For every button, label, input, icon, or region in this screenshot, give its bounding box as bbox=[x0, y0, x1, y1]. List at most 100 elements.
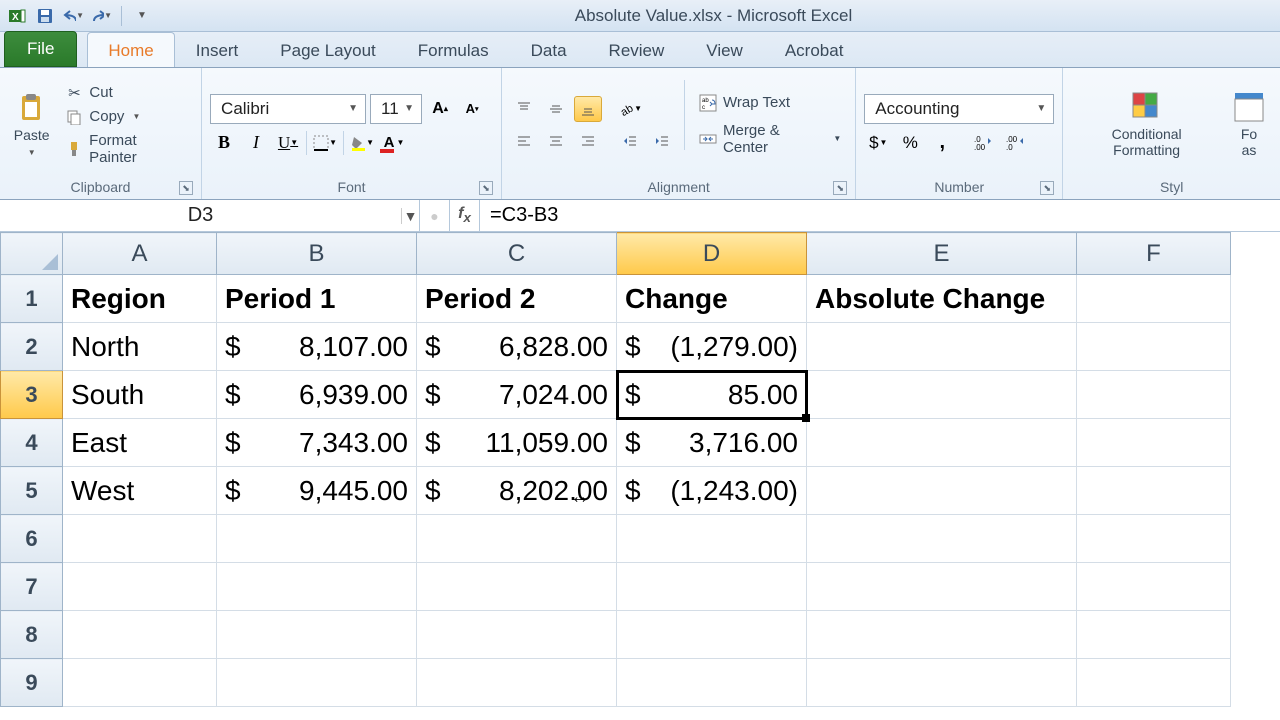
align-center-button[interactable] bbox=[542, 128, 570, 154]
cell-A8[interactable] bbox=[63, 611, 217, 659]
cell-E2[interactable] bbox=[807, 323, 1077, 371]
tab-data[interactable]: Data bbox=[510, 32, 588, 67]
qat-customize-icon[interactable]: ▼ bbox=[131, 5, 153, 27]
cell-E1[interactable]: Absolute Change bbox=[807, 275, 1077, 323]
format-as-table-button[interactable]: Fo as bbox=[1226, 72, 1272, 177]
cell-D5[interactable]: $(1,243.00) bbox=[617, 467, 807, 515]
cell-A3[interactable]: South bbox=[63, 371, 217, 419]
row-header-2[interactable]: 2 bbox=[1, 323, 63, 371]
name-box-dropdown-icon[interactable]: ▼ bbox=[401, 208, 419, 224]
align-top-button[interactable] bbox=[510, 96, 538, 122]
format-painter-button[interactable]: Format Painter bbox=[59, 130, 193, 168]
cell-D8[interactable] bbox=[617, 611, 807, 659]
cell-C5[interactable]: $8,202.00 bbox=[417, 467, 617, 515]
cell-C7[interactable] bbox=[417, 563, 617, 611]
name-box-input[interactable] bbox=[0, 202, 401, 229]
tab-view[interactable]: View bbox=[685, 32, 764, 67]
cell-F7[interactable] bbox=[1077, 563, 1231, 611]
cell-E4[interactable] bbox=[807, 419, 1077, 467]
cell-B5[interactable]: $9,445.00 bbox=[217, 467, 417, 515]
row-header-4[interactable]: 4 bbox=[1, 419, 63, 467]
row-header-3[interactable]: 3 bbox=[1, 371, 63, 419]
cell-A5[interactable]: West bbox=[63, 467, 217, 515]
align-bottom-button[interactable] bbox=[574, 96, 602, 122]
tab-review[interactable]: Review bbox=[588, 32, 686, 67]
fx-icon[interactable]: fx bbox=[450, 200, 480, 231]
undo-icon[interactable]: ▼ bbox=[62, 5, 84, 27]
font-color-button[interactable]: A▼ bbox=[380, 130, 408, 156]
cell-D7[interactable] bbox=[617, 563, 807, 611]
cell-D6[interactable] bbox=[617, 515, 807, 563]
cell-C1[interactable]: Period 2 bbox=[417, 275, 617, 323]
select-all-corner[interactable] bbox=[1, 233, 63, 275]
cell-D1[interactable]: Change bbox=[617, 275, 807, 323]
decrease-decimal-button[interactable]: .00.0 bbox=[1002, 130, 1030, 156]
alignment-launcher-icon[interactable]: ⬊ bbox=[833, 181, 847, 195]
tab-acrobat[interactable]: Acrobat bbox=[764, 32, 865, 67]
cell-B4[interactable]: $7,343.00 bbox=[217, 419, 417, 467]
orientation-button[interactable]: ab▼ bbox=[616, 96, 644, 122]
column-header-F[interactable]: F bbox=[1077, 233, 1231, 275]
cell-F5[interactable] bbox=[1077, 467, 1231, 515]
tab-formulas[interactable]: Formulas bbox=[397, 32, 510, 67]
cell-D9[interactable] bbox=[617, 659, 807, 707]
cell-F1[interactable] bbox=[1077, 275, 1231, 323]
number-format-dropdown[interactable]: Accounting▼ bbox=[864, 94, 1054, 124]
save-icon[interactable] bbox=[34, 5, 56, 27]
merge-center-button[interactable]: Merge & Center▼ bbox=[693, 120, 847, 158]
cell-D3[interactable]: $85.00 bbox=[617, 371, 807, 419]
cell-F4[interactable] bbox=[1077, 419, 1231, 467]
increase-decimal-button[interactable]: .0.00 bbox=[970, 130, 998, 156]
underline-button[interactable]: U▼ bbox=[274, 130, 302, 156]
cell-E9[interactable] bbox=[807, 659, 1077, 707]
cell-A4[interactable]: East bbox=[63, 419, 217, 467]
column-header-A[interactable]: A bbox=[63, 233, 217, 275]
cell-C8[interactable] bbox=[417, 611, 617, 659]
align-right-button[interactable] bbox=[574, 128, 602, 154]
cell-B6[interactable] bbox=[217, 515, 417, 563]
cell-B2[interactable]: $8,107.00 bbox=[217, 323, 417, 371]
redo-icon[interactable]: ▼ bbox=[90, 5, 112, 27]
cell-A7[interactable] bbox=[63, 563, 217, 611]
cell-C4[interactable]: $11,059.00 bbox=[417, 419, 617, 467]
comma-button[interactable]: , bbox=[928, 130, 956, 156]
column-header-D[interactable]: D bbox=[617, 233, 807, 275]
copy-button[interactable]: Copy▼ bbox=[59, 106, 193, 128]
cell-B7[interactable] bbox=[217, 563, 417, 611]
cut-button[interactable]: ✂Cut bbox=[59, 82, 193, 104]
cell-B9[interactable] bbox=[217, 659, 417, 707]
italic-button[interactable]: I bbox=[242, 130, 270, 156]
accounting-format-button[interactable]: $▼ bbox=[864, 130, 892, 156]
cell-A1[interactable]: Region bbox=[63, 275, 217, 323]
cell-F9[interactable] bbox=[1077, 659, 1231, 707]
cell-E6[interactable] bbox=[807, 515, 1077, 563]
cell-A9[interactable] bbox=[63, 659, 217, 707]
cell-D2[interactable]: $(1,279.00) bbox=[617, 323, 807, 371]
fill-color-button[interactable]: ▼ bbox=[348, 130, 376, 156]
percent-button[interactable]: % bbox=[896, 130, 924, 156]
formula-input[interactable]: =C3-B3 bbox=[480, 200, 1280, 231]
cell-F6[interactable] bbox=[1077, 515, 1231, 563]
borders-button[interactable]: ▼ bbox=[311, 130, 339, 156]
font-launcher-icon[interactable]: ⬊ bbox=[479, 181, 493, 195]
cell-B1[interactable]: Period 1 bbox=[217, 275, 417, 323]
name-box[interactable]: ▼ bbox=[0, 200, 420, 231]
tab-file[interactable]: File bbox=[4, 31, 77, 67]
cell-E5[interactable] bbox=[807, 467, 1077, 515]
clipboard-launcher-icon[interactable]: ⬊ bbox=[179, 181, 193, 195]
cell-B3[interactable]: $6,939.00 bbox=[217, 371, 417, 419]
conditional-formatting-button[interactable]: Conditional Formatting bbox=[1071, 72, 1222, 177]
decrease-indent-button[interactable] bbox=[616, 128, 644, 154]
cell-F3[interactable] bbox=[1077, 371, 1231, 419]
number-launcher-icon[interactable]: ⬊ bbox=[1040, 181, 1054, 195]
tab-insert[interactable]: Insert bbox=[175, 32, 260, 67]
shrink-font-button[interactable]: A▾ bbox=[458, 96, 486, 122]
cell-E7[interactable] bbox=[807, 563, 1077, 611]
cell-D4[interactable]: $3,716.00 bbox=[617, 419, 807, 467]
cell-E8[interactable] bbox=[807, 611, 1077, 659]
align-left-button[interactable] bbox=[510, 128, 538, 154]
column-header-C[interactable]: C bbox=[417, 233, 617, 275]
spreadsheet-grid[interactable]: ABCDEF1RegionPeriod 1Period 2ChangeAbsol… bbox=[0, 232, 1280, 707]
tab-home[interactable]: Home bbox=[87, 32, 174, 67]
bold-button[interactable]: B bbox=[210, 130, 238, 156]
